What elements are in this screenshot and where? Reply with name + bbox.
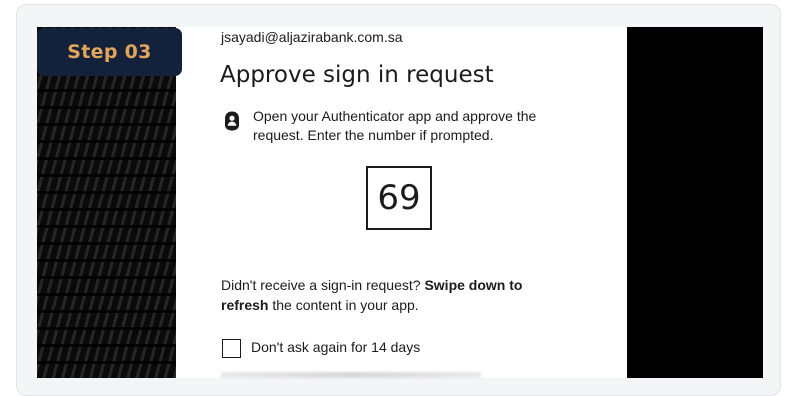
right-black-area bbox=[627, 27, 763, 378]
step-badge: Step 03 bbox=[37, 28, 182, 76]
faded-link-text bbox=[221, 372, 481, 378]
lock-person-icon bbox=[225, 111, 239, 131]
refresh-text-suffix: the content in your app. bbox=[268, 297, 419, 313]
no-request-help-text: Didn't receive a sign-in request? Swipe … bbox=[221, 275, 566, 315]
dont-ask-again-checkbox[interactable] bbox=[222, 339, 241, 358]
dont-ask-again-label[interactable]: Don't ask again for 14 days bbox=[251, 339, 420, 355]
refresh-text-bold-2: refresh bbox=[221, 297, 269, 313]
authenticator-instruction: Open your Authenticator app and approve … bbox=[253, 108, 537, 143]
refresh-text-prefix: Didn't receive a sign-in request? bbox=[221, 277, 425, 293]
page-title: Approve sign in request bbox=[220, 62, 494, 88]
number-match-code: 69 bbox=[366, 166, 432, 230]
decorative-pattern bbox=[37, 27, 176, 378]
refresh-text-bold: Swipe down to bbox=[424, 277, 523, 293]
account-email: jsayadi@aljazirabank.com.sa bbox=[221, 29, 403, 45]
